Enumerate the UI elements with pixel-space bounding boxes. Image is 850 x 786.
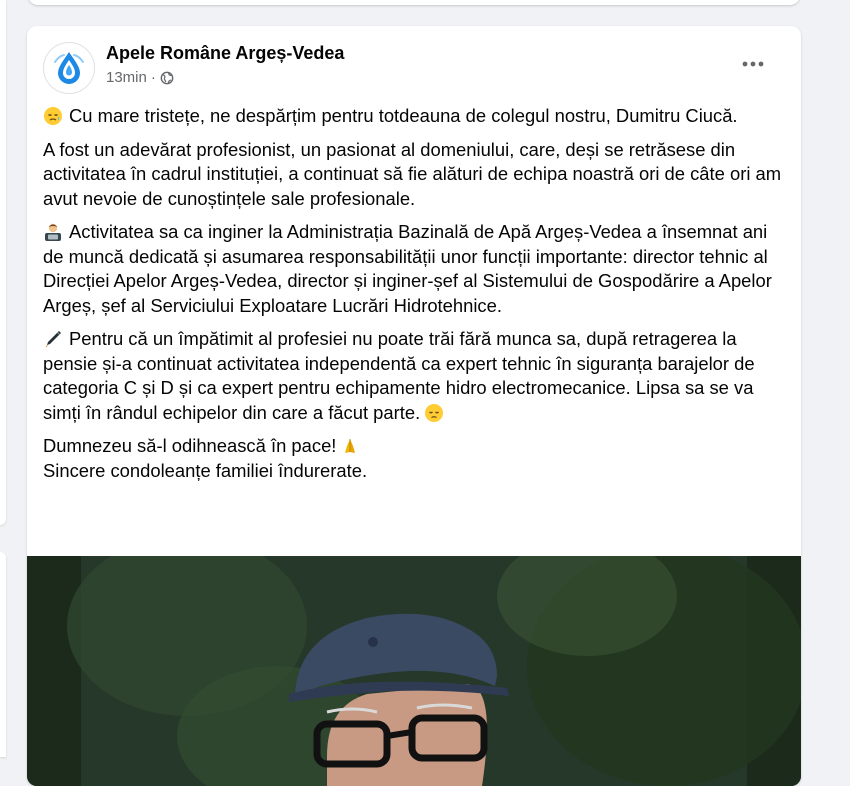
post-paragraph: A fost un adevărat profesionist, un pasi… — [43, 138, 782, 209]
post-paragraph: Pentru că un împătimit al profesiei nu p… — [43, 327, 791, 425]
post-paragraph: Dumnezeu să-l odihnească în pace! Sincer… — [43, 434, 791, 483]
paragraph-line: Dumnezeu să-l odihnească în pace! — [43, 434, 791, 459]
post-text: Cu mare tristețe, ne despărțim pentru to… — [43, 104, 791, 492]
post-paragraph: Activitatea sa ca inginer la Administraț… — [43, 220, 791, 318]
post-paragraph: Cu mare tristețe, ne despărțim pentru to… — [43, 104, 791, 129]
left-column-card — [0, 0, 6, 525]
post-header: Apele Române Argeș-Vedea 13min · — [43, 42, 783, 94]
post-meta: 13min · — [106, 69, 174, 86]
post-card: Apele Române Argeș-Vedea 13min · Cu mare… — [27, 26, 801, 786]
left-column-card — [0, 552, 6, 757]
meta-separator: · — [150, 69, 156, 86]
page-avatar[interactable] — [43, 42, 95, 94]
previous-post-card — [28, 0, 800, 5]
pen-emoji — [45, 331, 61, 348]
more-horizontal-icon — [742, 61, 764, 67]
page-name-link[interactable]: Apele Române Argeș-Vedea — [106, 43, 344, 64]
paragraph-line: Sincere condoleanțe familiei îndurerate. — [43, 459, 368, 481]
paragraph-text: Cu mare tristețe, ne despărțim pentru to… — [69, 105, 738, 126]
sad-relieved-face-emoji — [44, 107, 62, 125]
water-drop-logo-icon — [54, 52, 84, 84]
paragraph-text: Activitatea sa ca inginer la Administraț… — [43, 221, 772, 316]
post-timestamp[interactable]: 13min — [106, 69, 147, 86]
more-options-button[interactable] — [735, 46, 771, 82]
folded-hands-emoji — [345, 439, 356, 453]
photo-content — [27, 556, 801, 786]
paragraph-text: Dumnezeu să-l odihnească în pace! — [43, 435, 337, 456]
paragraph-text: Pentru că un împătimit al profesiei nu p… — [43, 328, 755, 423]
globe-icon[interactable] — [160, 71, 174, 85]
post-photo[interactable] — [27, 556, 801, 786]
man-technologist-emoji — [45, 223, 61, 241]
pensive-face-emoji — [425, 403, 444, 422]
